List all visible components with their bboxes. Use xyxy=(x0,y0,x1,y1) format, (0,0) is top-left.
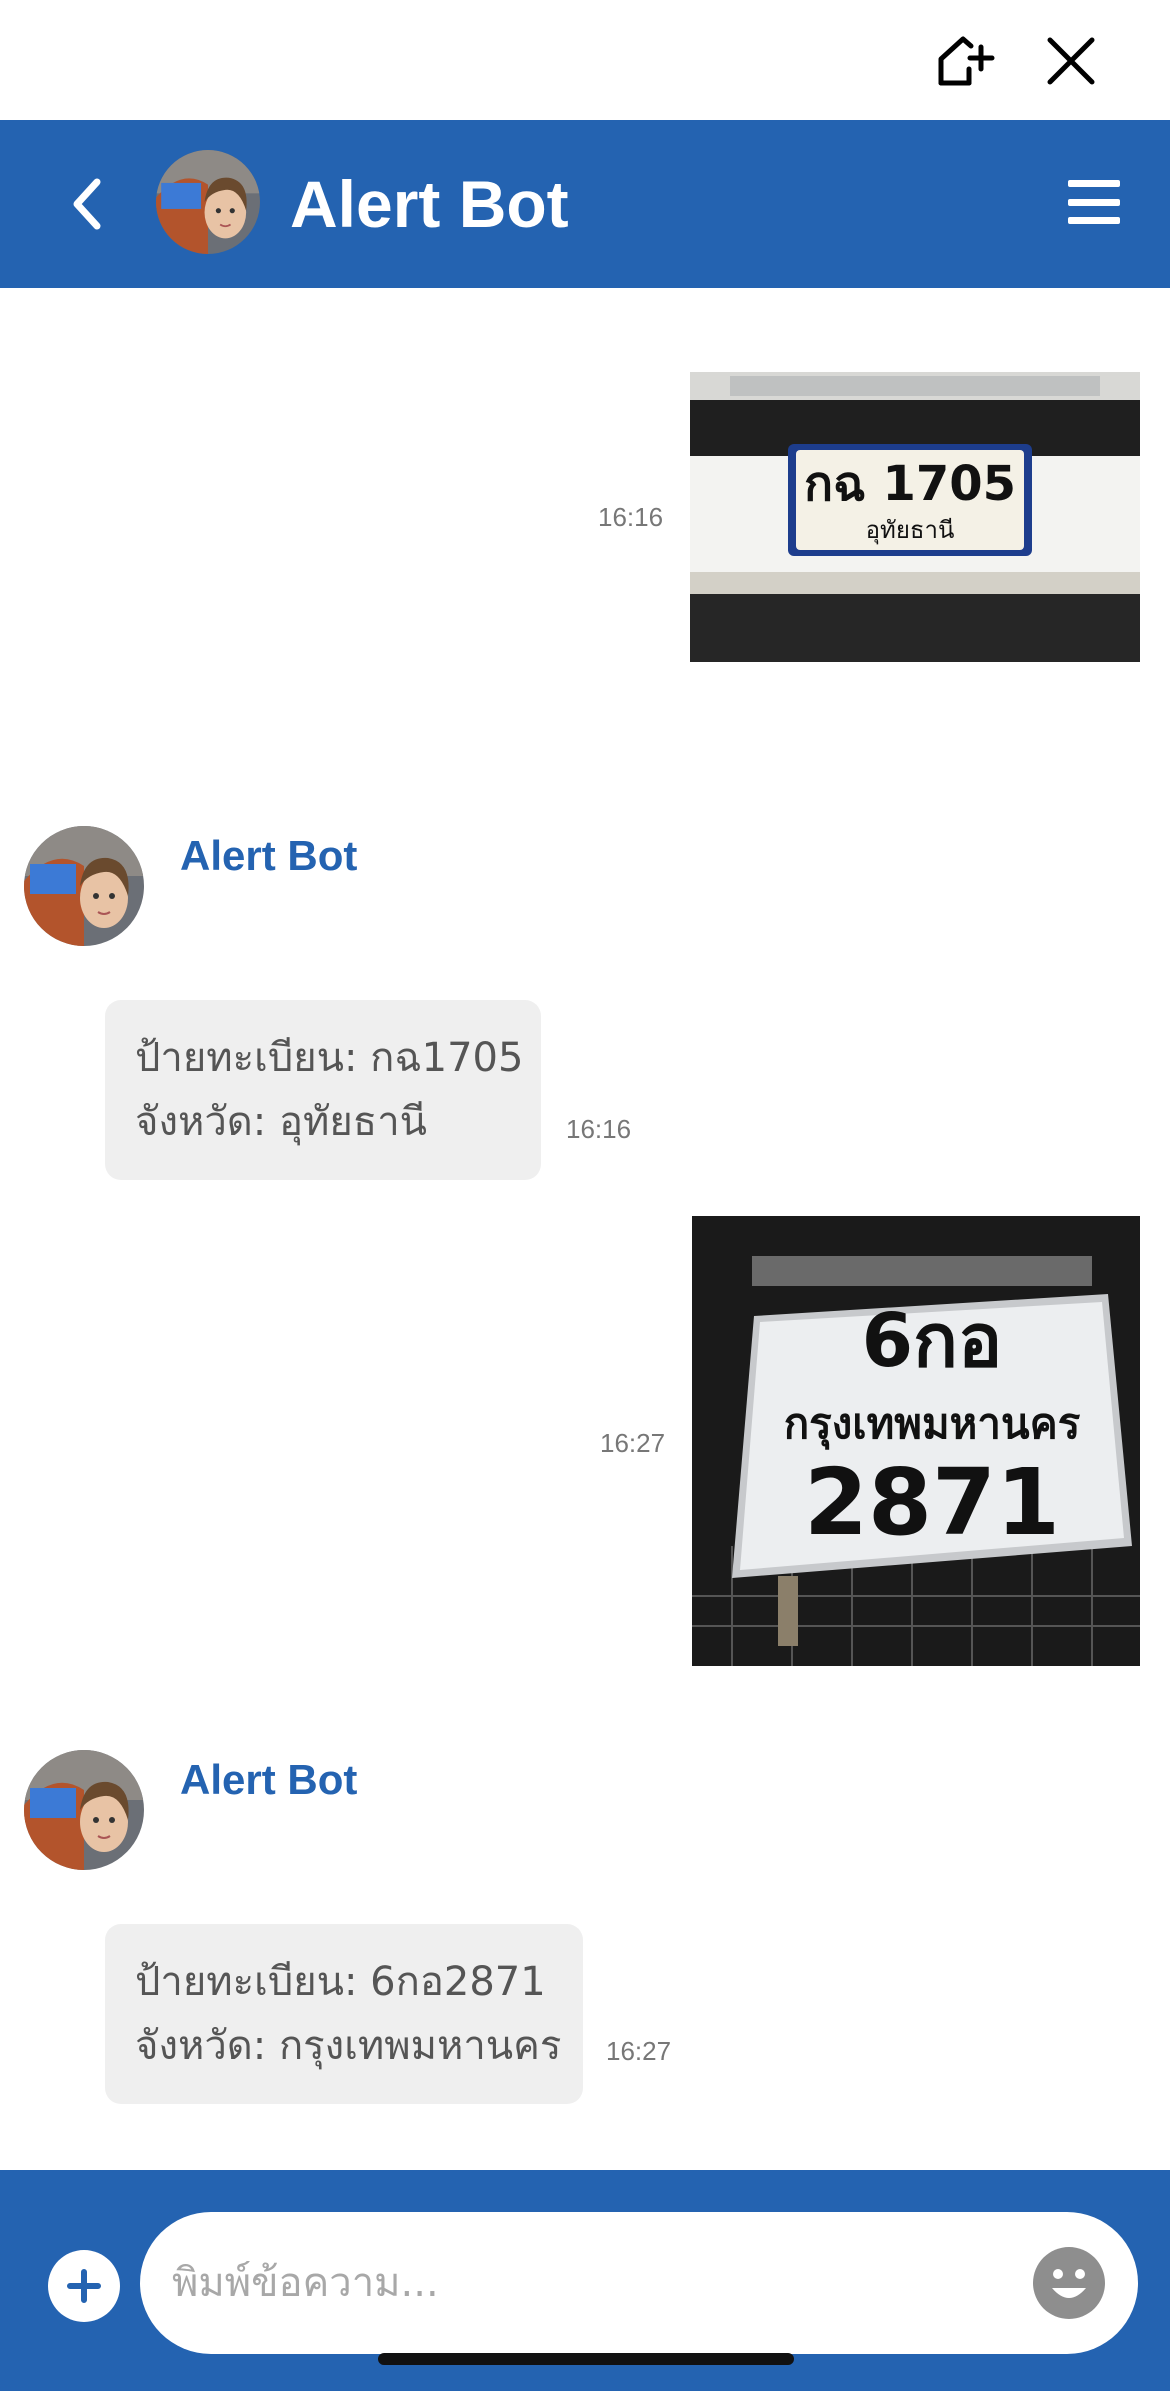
plate-province: กรุงเทพมหานคร xyxy=(784,1399,1081,1450)
sender-name: Alert Bot xyxy=(180,832,358,879)
message-line: ป้ายทะเบียน: กฉ1705 xyxy=(135,1035,524,1081)
chat-header: Alert Bot xyxy=(0,120,1170,288)
close-icon[interactable] xyxy=(1036,26,1106,96)
home-indicator xyxy=(378,2353,794,2365)
avatar[interactable] xyxy=(156,150,260,254)
message-time: 16:27 xyxy=(600,1428,666,1458)
avatar[interactable] xyxy=(24,1750,144,1870)
message-input-box[interactable] xyxy=(140,2212,1138,2354)
chevron-left-icon xyxy=(73,178,101,230)
message-bubble[interactable]: ป้ายทะเบียน: กฉ1705 จังหวัด: อุทัยธานี xyxy=(105,1000,541,1180)
smiley-icon[interactable] xyxy=(1032,2246,1106,2320)
message-line: ป้ายทะเบียน: 6กอ2871 xyxy=(135,1959,546,2005)
sender-name: Alert Bot xyxy=(180,1756,358,1803)
avatar[interactable] xyxy=(24,826,144,946)
message-time: 16:27 xyxy=(606,2036,672,2066)
message-line: จังหวัด: กรุงเทพมหานคร xyxy=(135,2023,562,2069)
message-input[interactable] xyxy=(172,2248,992,2318)
plate-text: กฉ 1705 xyxy=(804,456,1016,512)
plus-icon[interactable] xyxy=(48,2250,120,2322)
plate-photo-1[interactable]: กฉ 1705 อุทัยธานี xyxy=(690,372,1140,662)
message-bubble[interactable]: ป้ายทะเบียน: 6กอ2871 จังหวัด: กรุงเทพมหา… xyxy=(105,1924,583,2104)
add-to-home-icon[interactable] xyxy=(930,26,1000,96)
message-time: 16:16 xyxy=(566,1114,632,1144)
chat-app: Alert Bot 16:16 กฉ 1705 อุทัยธานี Alert … xyxy=(0,0,1170,2391)
back-button[interactable] xyxy=(52,164,122,244)
page-title: Alert Bot xyxy=(290,167,569,241)
message-line: จังหวัด: อุทัยธานี xyxy=(135,1099,428,1145)
message-time: 16:16 xyxy=(598,502,664,532)
plate-photo-2[interactable]: 6กอ กรุงเทพมหานคร 2871 xyxy=(692,1216,1140,1666)
top-bar xyxy=(0,0,1170,120)
hamburger-menu-icon[interactable] xyxy=(1064,172,1124,232)
plate-text: 6กอ xyxy=(862,1298,1003,1384)
plate-province: อุทัยธานี xyxy=(866,516,955,545)
plate-number: 2871 xyxy=(804,1449,1060,1556)
